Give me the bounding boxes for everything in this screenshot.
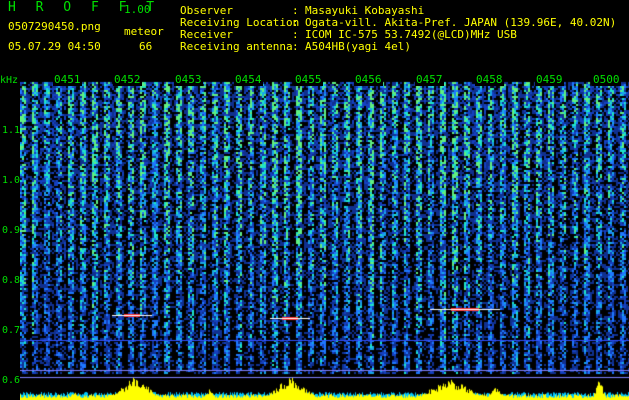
time-tick-label: 0451 xyxy=(53,73,82,86)
meteor-count: 66 xyxy=(139,40,153,53)
antenna-label: Receiving antenna xyxy=(180,40,293,53)
app-version: 1.00 xyxy=(124,3,151,16)
y-tick-label: 0.7 xyxy=(2,325,21,336)
time-tick-label: 0458 xyxy=(475,73,504,86)
time-tick-label: 0452 xyxy=(113,73,142,86)
y-tick-label: 0.9 xyxy=(2,225,21,236)
y-tick-label: 1.0 xyxy=(2,175,21,186)
frequency-unit-label: kHz xyxy=(0,75,19,86)
time-tick-label: 0455 xyxy=(294,73,323,86)
antenna-value: A504HB(yagi 4el) xyxy=(305,40,411,53)
time-tick-label: 0457 xyxy=(415,73,444,86)
time-tick-label: 0500 xyxy=(592,73,621,86)
y-tick-label: 0.8 xyxy=(2,275,21,286)
file-name: 0507290450.png xyxy=(8,20,101,33)
meteor-label: meteor xyxy=(124,25,164,38)
date-time: 05.07.29 04:50 xyxy=(8,40,101,53)
time-tick-label: 0459 xyxy=(535,73,564,86)
time-tick-label: 0456 xyxy=(354,73,383,86)
antenna-colon: : xyxy=(292,40,299,53)
spectrogram-panel: 0451 0452 0453 0454 0455 0456 0457 0458 … xyxy=(20,74,629,400)
spectrogram-canvas xyxy=(20,74,629,400)
time-tick-label: 0454 xyxy=(234,73,263,86)
y-tick-label: 0.6 xyxy=(2,375,21,386)
time-tick-label: 0453 xyxy=(174,73,203,86)
y-tick-label: 1.1 xyxy=(2,125,21,136)
